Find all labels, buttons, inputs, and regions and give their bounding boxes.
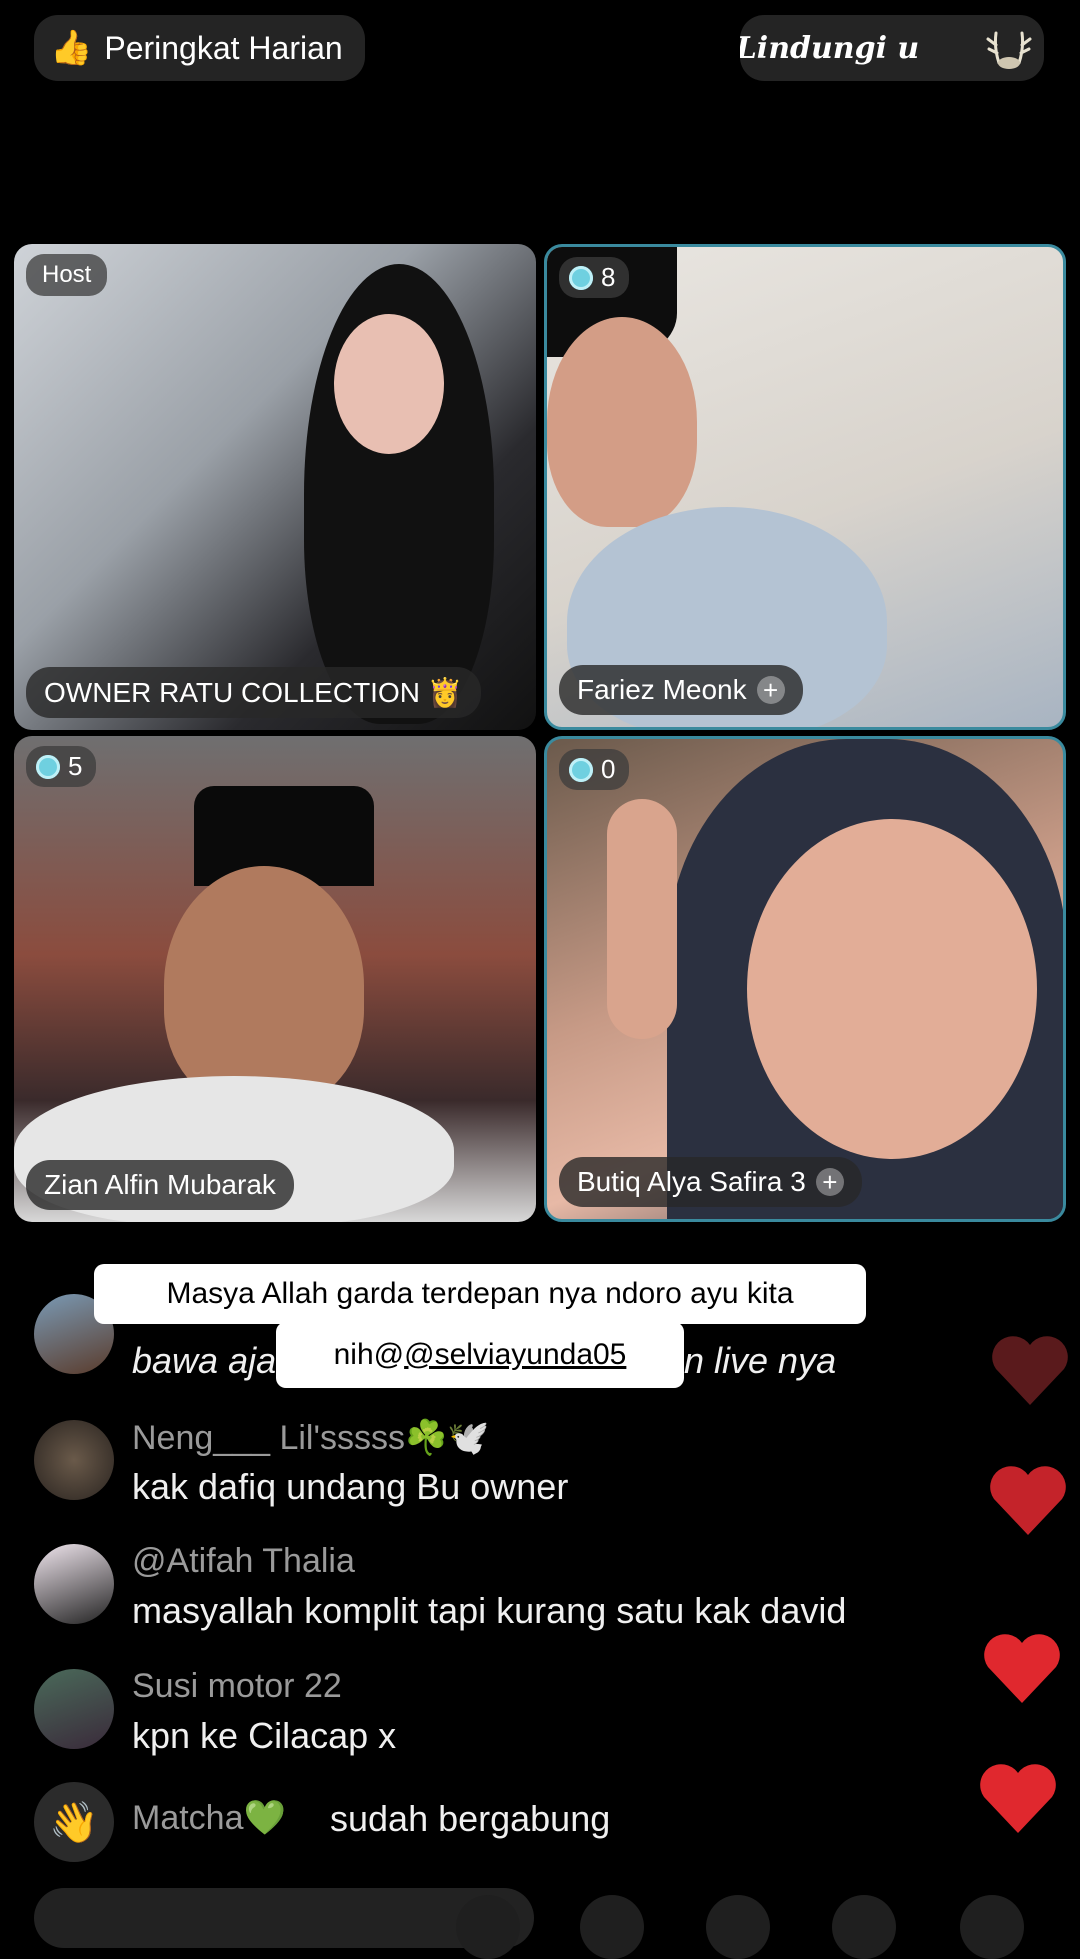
video-caption-line: Masya Allah garda terdepan nya ndoro ayu… (94, 1264, 866, 1324)
wave-hand-icon: 👋 (34, 1782, 114, 1862)
video-caption-line: nih@@selviayunda05 (276, 1322, 684, 1388)
comment-text: masyallah komplit tapi kurang satu kak d… (132, 1590, 847, 1631)
participant-name: Fariez Meonk (577, 674, 747, 705)
participant-name-tag[interactable]: Zian Alfin Mubarak (26, 1160, 294, 1210)
comment-text: kak dafiq undang Bu owner (132, 1466, 569, 1507)
comment-item: Susi motor 22 kpn ke Cilacap x (34, 1667, 1014, 1763)
avatar[interactable] (34, 1544, 114, 1624)
mention-link[interactable]: @selviayunda05 (404, 1338, 626, 1371)
gem-icon (36, 754, 60, 779)
follow-plus-icon[interactable]: + (815, 1168, 844, 1196)
gem-icon (569, 757, 593, 782)
participant-name: OWNER RATU COLLECTION 👸 (44, 677, 463, 708)
gift-icon[interactable] (580, 1895, 644, 1959)
heart-icon (992, 1336, 1068, 1405)
comment-author[interactable]: Susi motor 22 (132, 1667, 342, 1706)
participant-name-tag[interactable]: Fariez Meonk + (559, 665, 803, 715)
gem-icon (569, 265, 593, 290)
gift-count-badge: 8 (559, 257, 630, 298)
guest-face (547, 317, 697, 527)
avatar[interactable] (34, 1669, 114, 1749)
banner-text: it Lindungi u (740, 31, 920, 66)
participant-name: Zian Alfin Mubarak (44, 1169, 276, 1200)
comment-item: @Atifah Thalia masyallah komplit tapi ku… (34, 1542, 1014, 1638)
scrolling-banner[interactable]: it Lindungi u (740, 15, 1044, 81)
heart-icon (990, 1466, 1066, 1535)
gift-count-badge: 0 (559, 749, 630, 790)
host-face (334, 314, 444, 454)
emoji-icon[interactable] (456, 1895, 520, 1959)
rose-icon[interactable] (706, 1895, 770, 1959)
avatar[interactable] (34, 1420, 114, 1500)
antler-icon (986, 31, 1032, 69)
video-tile-guest[interactable]: 0 Butiq Alya Safira 3 + (544, 736, 1066, 1222)
heart-icon (980, 1764, 1056, 1833)
comment-text-continued: n live nya (684, 1340, 837, 1381)
more-icon[interactable] (960, 1895, 1024, 1959)
comment-author[interactable]: Neng___ Lil'sssss☘️🕊️ (132, 1418, 490, 1458)
daily-ranking-button[interactable]: 👍 Peringkat Harian (34, 15, 365, 81)
guest-face (747, 819, 1037, 1159)
video-tile-guest[interactable]: 8 Fariez Meonk + (544, 244, 1066, 730)
gift-count-badge: 5 (26, 746, 97, 787)
comment-text: kpn ke Cilacap x (132, 1715, 397, 1756)
participant-name-tag[interactable]: Butiq Alya Safira 3 + (559, 1157, 862, 1207)
live-video-grid: Host OWNER RATU COLLECTION 👸 8 Fariez Me… (14, 244, 1066, 1222)
video-tile-guest[interactable]: 5 Zian Alfin Mubarak (14, 736, 536, 1222)
comment-author[interactable]: @Atifah Thalia (132, 1542, 355, 1581)
joined-user[interactable]: Matcha💚 (132, 1798, 286, 1838)
join-text: sudah bergabung (330, 1798, 611, 1839)
guest-finger (607, 799, 677, 1039)
thumb-icon: 👍 (50, 29, 93, 67)
comment-item: Neng___ Lil'sssss☘️🕊️ kak dafiq undang B… (34, 1418, 1014, 1514)
guest-face (164, 866, 364, 1106)
heart-icon (984, 1634, 1060, 1703)
share-icon[interactable] (832, 1895, 896, 1959)
host-badge: Host (26, 254, 108, 296)
follow-plus-icon[interactable]: + (756, 676, 785, 704)
participant-name: Butiq Alya Safira 3 (577, 1166, 806, 1197)
participant-name-tag[interactable]: OWNER RATU COLLECTION 👸 (26, 667, 481, 718)
video-tile-host[interactable]: Host OWNER RATU COLLECTION 👸 (14, 244, 536, 730)
comment-text: bawa aja (132, 1340, 277, 1381)
daily-ranking-label: Peringkat Harian (104, 29, 343, 66)
